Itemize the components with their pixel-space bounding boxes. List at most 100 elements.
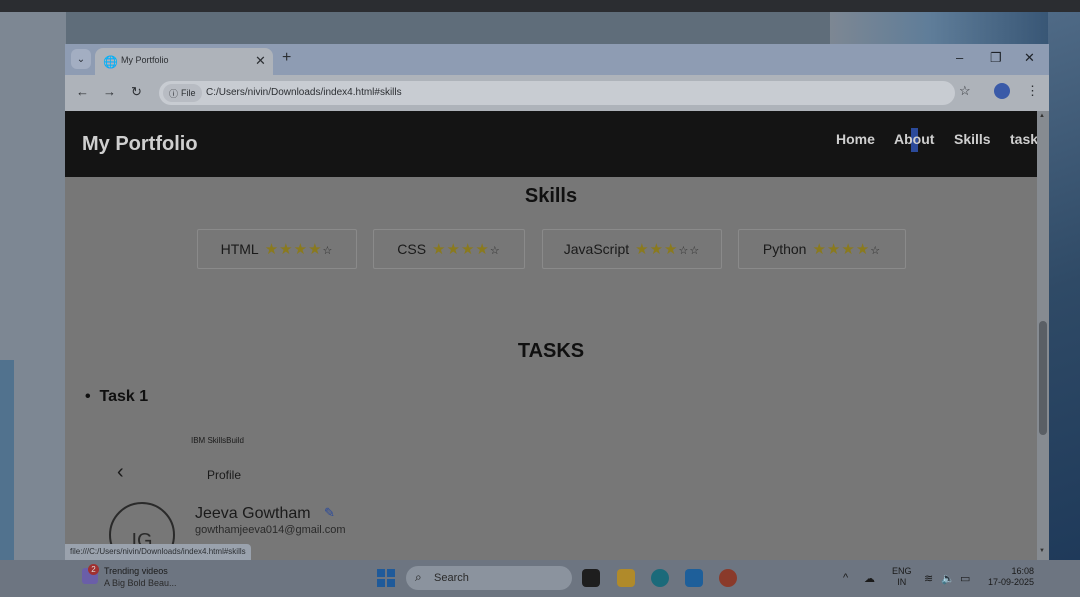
- address-bar[interactable]: ⓘ File C:/Users/nivin/Downloads/index4.ht…: [159, 81, 955, 105]
- scrollbar-thumb[interactable]: [1039, 321, 1047, 435]
- chevron-left-icon: ‹: [117, 461, 124, 483]
- star-filled-icon: ★: [664, 241, 679, 258]
- profile-avatar-icon[interactable]: [994, 83, 1010, 99]
- language-indicator[interactable]: ENG IN: [892, 566, 912, 588]
- skill-rating: ★★★☆☆: [635, 240, 700, 258]
- wifi-icon[interactable]: ≋: [924, 572, 933, 585]
- vscode-icon[interactable]: [685, 569, 703, 587]
- skills-heading: Skills: [524, 185, 578, 207]
- star-empty-icon: ☆: [489, 245, 501, 257]
- windows-logo-icon: [377, 569, 385, 577]
- profile-name: Jeeva Gowtham: [195, 505, 311, 522]
- site-header: My Portfolio Home About Skills task: [65, 111, 1037, 177]
- task-label: Task 1: [99, 388, 149, 405]
- news-widget-subtitle[interactable]: A Big Bold Beau...: [104, 578, 177, 588]
- skill-card-html: HTML ★★★★☆: [197, 229, 357, 269]
- star-filled-icon: ★: [279, 241, 294, 258]
- skill-name: HTML: [220, 241, 259, 257]
- scroll-down-icon[interactable]: ▼: [1039, 548, 1045, 554]
- bullet: •: [85, 388, 91, 405]
- close-window-button[interactable]: ✕: [1024, 50, 1035, 66]
- nav-link-task[interactable]: task: [1010, 131, 1037, 147]
- terminal-app-icon[interactable]: [582, 569, 600, 587]
- skill-rating: ★★★★☆: [812, 240, 881, 258]
- star-empty-icon: ☆: [322, 245, 334, 257]
- browser-toolbar: ← → ↻ ⓘ File C:/Users/nivin/Downloads/ind…: [65, 75, 1049, 111]
- desktop-wallpaper-strip: [830, 12, 1080, 46]
- skill-card-python: Python ★★★★☆: [738, 229, 906, 269]
- site-info-label: File: [181, 88, 196, 98]
- keyboard-region: IN: [897, 577, 907, 587]
- clock-date: 17-09-2025: [987, 577, 1034, 587]
- chrome-icon[interactable]: [719, 569, 737, 587]
- forward-button[interactable]: →: [103, 84, 116, 99]
- url-text[interactable]: C:/Users/nivin/Downloads/index4.html#ski…: [206, 87, 402, 98]
- ibm-skillsbuild-logo: IBM SkillsBuild: [191, 436, 244, 445]
- profile-label: Profile: [207, 468, 242, 482]
- chevron-down-icon: ⌄: [76, 53, 86, 65]
- onedrive-icon[interactable]: ☁: [864, 572, 875, 585]
- bookmark-star-icon[interactable]: ☆: [959, 83, 971, 99]
- desktop-top-strip: [0, 0, 1080, 12]
- menu-kebab-icon[interactable]: ⋮: [1026, 83, 1039, 99]
- star-filled-icon: ★: [826, 241, 842, 258]
- file-explorer-icon[interactable]: [617, 569, 635, 587]
- tab-strip: ⌄ 🌐 My Portfolio ✕ + – ❐ ✕: [65, 44, 1049, 75]
- nav-link-home[interactable]: Home: [836, 131, 875, 147]
- new-tab-button[interactable]: +: [282, 49, 291, 67]
- clock-time: 16:08: [1011, 566, 1034, 576]
- nav-link-skills[interactable]: Skills: [954, 131, 991, 147]
- desktop-wallpaper-right: [1048, 12, 1080, 560]
- reload-button[interactable]: ↻: [131, 84, 142, 100]
- star-filled-icon: ★: [460, 241, 476, 258]
- star-filled-icon: ★: [432, 241, 447, 258]
- star-filled-icon: ★: [855, 241, 871, 258]
- back-button[interactable]: ←: [76, 84, 89, 99]
- language-code: ENG: [892, 566, 912, 576]
- star-empty-icon: ☆: [870, 245, 882, 257]
- skill-card-css: CSS ★★★★☆: [373, 229, 525, 269]
- tab-search-button[interactable]: ⌄: [71, 49, 91, 69]
- restore-button[interactable]: ❐: [990, 50, 1002, 66]
- tab-close-button[interactable]: ✕: [255, 53, 266, 69]
- star-filled-icon: ★: [635, 241, 650, 258]
- pencil-icon: ✎: [324, 505, 335, 520]
- scroll-up-icon[interactable]: ▲: [1039, 113, 1045, 119]
- profile-email: gowthamjeeva014@gmail.com: [195, 524, 346, 536]
- start-button[interactable]: [377, 569, 395, 587]
- star-filled-icon: ★: [446, 241, 461, 258]
- search-icon: ⌕: [415, 570, 422, 584]
- skill-rating: ★★★★☆: [265, 240, 334, 258]
- star-filled-icon: ★: [293, 241, 309, 258]
- star-filled-icon: ★: [841, 241, 856, 258]
- taskbar-search[interactable]: ⌕ Search: [406, 566, 572, 590]
- system-clock[interactable]: 16:08 17-09-2025: [984, 566, 1034, 588]
- volume-icon[interactable]: 🔈: [941, 572, 955, 585]
- star-filled-icon: ★: [264, 241, 280, 258]
- star-filled-icon: ★: [649, 241, 665, 258]
- star-filled-icon: ★: [308, 241, 323, 258]
- site-info-chip[interactable]: ⓘ File: [163, 84, 202, 102]
- site-brand: My Portfolio: [82, 133, 198, 155]
- star-filled-icon: ★: [812, 241, 827, 258]
- taskbar: 2 Trending videos A Big Bold Beau... ⌕ S…: [0, 560, 1080, 597]
- tray-overflow-icon[interactable]: ^: [843, 572, 848, 584]
- battery-icon[interactable]: ▭: [960, 572, 970, 585]
- minimize-button[interactable]: –: [956, 50, 963, 65]
- skill-name: JavaScript: [563, 241, 630, 257]
- news-widget-title[interactable]: Trending videos: [104, 566, 168, 576]
- nav-link-about[interactable]: About: [894, 131, 934, 147]
- star-filled-icon: ★: [475, 241, 490, 258]
- edge-browser-icon[interactable]: [651, 569, 669, 587]
- star-empty-icon: ☆: [678, 245, 690, 257]
- skill-card-javascript: JavaScript ★★★☆☆: [542, 229, 722, 269]
- taskbar-search-label: Search: [434, 572, 469, 584]
- link-status-bubble: file:///C:/Users/nivin/Downloads/index4.…: [65, 544, 251, 560]
- tab-my-portfolio[interactable]: 🌐 My Portfolio ✕: [95, 48, 273, 75]
- globe-icon: 🌐: [103, 55, 118, 69]
- web-page: My Portfolio Home About Skills task Skil…: [65, 111, 1037, 560]
- skill-name: Python: [762, 241, 807, 257]
- page-scrollbar[interactable]: ▲ ▼: [1037, 111, 1049, 560]
- tasks-heading: TASKS: [517, 340, 585, 362]
- browser-window: ⌄ 🌐 My Portfolio ✕ + – ❐ ✕ ← → ↻ ⓘ File C…: [65, 44, 1049, 560]
